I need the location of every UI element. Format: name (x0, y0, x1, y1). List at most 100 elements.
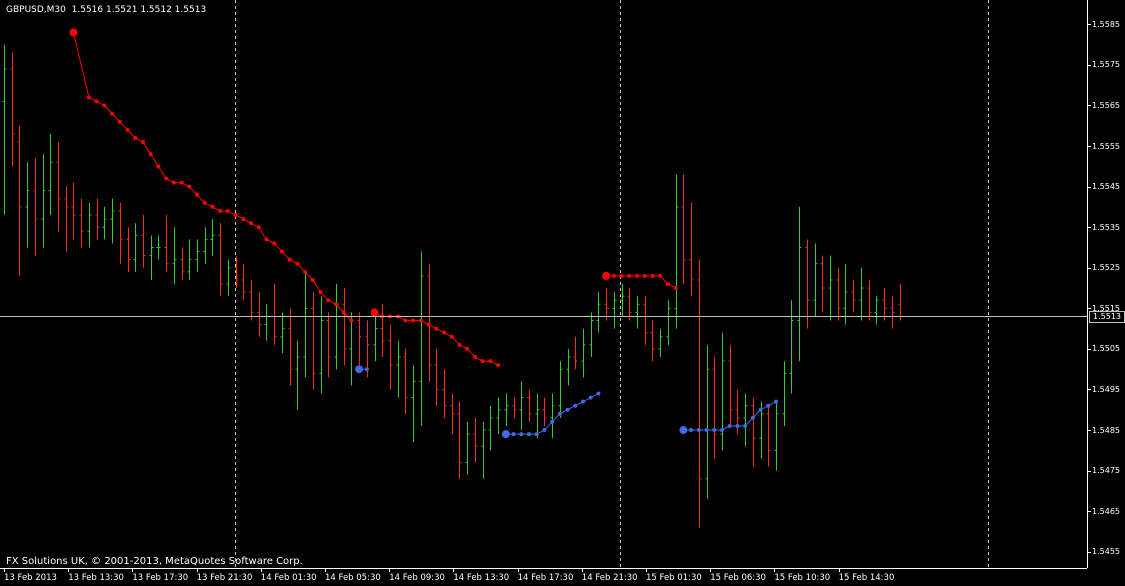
upper-indicator-point (310, 277, 315, 282)
ohlc-bar (720, 332, 725, 451)
ohlc-bar (481, 421, 486, 479)
upper-indicator-point (426, 322, 431, 327)
time-tick-label: 15 Feb 10:30 (774, 573, 831, 583)
lower-indicator-point (526, 432, 531, 437)
ohlc-bar (488, 405, 493, 451)
ohlc-bar (257, 292, 262, 337)
upper-indicator-point (287, 257, 292, 262)
ohlc-bar (133, 223, 138, 272)
upper-indicator-point (110, 111, 115, 116)
lower-indicator-point (704, 428, 709, 433)
lower-indicator-point (689, 428, 694, 433)
ohlc-bar (867, 279, 872, 321)
upper-indicator-point (472, 355, 477, 360)
ohlc-bar (187, 239, 192, 280)
price-tick-label: 1.5505 (1092, 344, 1120, 354)
lower-indicator-point (696, 428, 701, 433)
ohlc-bar (782, 361, 787, 426)
price-tick-label: 1.5545 (1092, 182, 1120, 192)
upper-indicator-line (72, 32, 352, 321)
time-tick-label: 15 Feb 01:30 (646, 573, 702, 583)
upper-indicator-point (411, 318, 416, 323)
lower-indicator-point (719, 428, 724, 433)
upper-indicator-point (225, 208, 230, 213)
upper-indicator-point (69, 28, 78, 37)
upper-indicator-point (635, 273, 640, 278)
time-tick-label: 14 Feb 09:30 (389, 573, 445, 583)
price-tick-label: 1.5565 (1092, 100, 1120, 110)
upper-indicator-point (457, 342, 462, 347)
lower-indicator-point (766, 403, 771, 408)
ohlc-bar (288, 308, 293, 386)
ohlc-bar (149, 235, 154, 280)
upper-indicator-point (303, 269, 308, 274)
price-tick-label: 1.5495 (1092, 384, 1120, 394)
upper-indicator-line (606, 275, 676, 289)
ohlc-bar (396, 340, 401, 398)
ohlc-bar (303, 271, 308, 378)
ohlc-bar (210, 219, 215, 256)
lower-indicator-point (501, 430, 510, 439)
ohlc-bar (542, 397, 547, 426)
upper-indicator-point (156, 164, 161, 169)
lower-indicator-point (557, 411, 562, 416)
lower-indicator-point (588, 395, 593, 400)
ohlc-bar (10, 52, 15, 167)
chart-window[interactable]: GBPUSD,M30 1.5516 1.5521 1.5512 1.5513 1… (0, 0, 1125, 586)
upper-indicator-point (295, 261, 300, 266)
upper-indicator-point (488, 359, 493, 364)
ohlc-bar (743, 393, 748, 447)
ohlc-bar (195, 239, 200, 272)
upper-indicator-point (125, 127, 130, 132)
axis-frame (0, 0, 1091, 572)
upper-indicator-point (256, 225, 261, 230)
ohlc-bar (126, 227, 131, 272)
upper-indicator-point (333, 302, 338, 307)
ohlc-bar (589, 312, 594, 358)
lower-indicator-point (679, 426, 688, 435)
ohlc-bar (843, 263, 848, 325)
upper-indicator-point (102, 103, 107, 108)
ohlc-bar (697, 259, 702, 528)
upper-indicator-point (349, 318, 354, 323)
upper-indicator-point (86, 95, 91, 100)
ohlc-bar (56, 142, 61, 232)
upper-indicator-point (272, 241, 277, 246)
time-tick-label: 14 Feb 17:30 (517, 573, 574, 583)
ohlc-values: 1.5516 1.5521 1.5512 1.5513 (71, 5, 207, 15)
ohlc-bar (496, 397, 501, 435)
ohlc-bar (25, 162, 30, 248)
ohlc-bar (388, 324, 393, 390)
upper-indicator-point (249, 221, 254, 226)
ohlc-bar (604, 288, 609, 321)
ohlc-bar (118, 202, 123, 264)
price-chart-canvas[interactable] (0, 0, 1125, 586)
ohlc-bar (342, 288, 347, 366)
time-tick-label: 13 Feb 21:30 (196, 573, 253, 583)
upper-indicator-point (279, 249, 284, 254)
ohlc-bar (473, 417, 478, 463)
lower-indicator-point (727, 424, 732, 428)
time-tick-label: 13 Feb 17:30 (132, 573, 189, 583)
ohlc-bar (79, 198, 84, 248)
upper-indicator-point (326, 298, 331, 303)
time-tick-label: 14 Feb 21:30 (581, 573, 638, 583)
upper-indicator-point (133, 135, 138, 140)
ohlc-bar (705, 344, 710, 500)
upper-indicator-point (117, 119, 122, 124)
upper-indicator-point (418, 318, 423, 323)
ohlc-bar (519, 381, 524, 431)
lower-indicator-point (534, 432, 539, 437)
lower-indicator-point (550, 419, 555, 424)
day-separators (235, 0, 989, 568)
ohlc-bar (71, 182, 76, 240)
upper-indicator-point (403, 318, 408, 323)
upper-indicator-point (140, 140, 145, 144)
price-tick-label: 1.5575 (1092, 60, 1120, 70)
ohlc-bar (728, 344, 733, 426)
ohlc-bar (635, 296, 640, 329)
ohlc-bar (627, 288, 632, 321)
ohlc-bar (249, 279, 254, 321)
ohlc-bar (95, 198, 100, 240)
upper-indicator-point (341, 310, 346, 315)
